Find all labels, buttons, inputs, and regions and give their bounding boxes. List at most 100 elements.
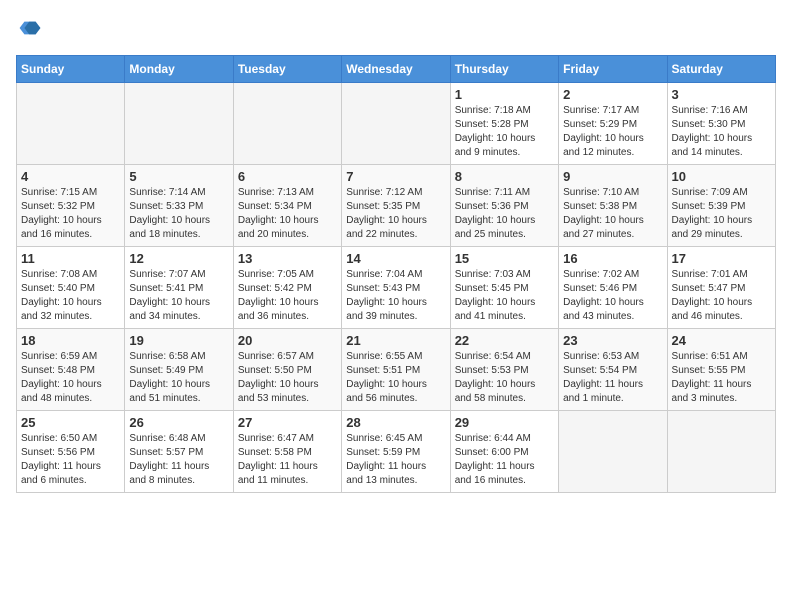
calendar-week-row: 1Sunrise: 7:18 AM Sunset: 5:28 PM Daylig… (17, 83, 776, 165)
calendar-header-sunday: Sunday (17, 56, 125, 83)
day-info: Sunrise: 6:44 AM Sunset: 6:00 PM Dayligh… (455, 432, 554, 488)
day-number: 23 (563, 333, 662, 348)
calendar-cell: 15 Sunrise: 7:03 AM Sunset: 5:45 PM Dayli… (450, 247, 558, 329)
calendar-cell (233, 83, 341, 165)
day-number: 13 (238, 251, 337, 266)
calendar-header-row: SundayMondayTuesdayWednesdayThursdayFrid… (17, 56, 776, 83)
day-info: Sunrise: 7:18 AM Sunset: 5:28 PM Dayligh… (455, 104, 554, 160)
day-info: Sunrise: 7:16 AM Sunset: 5:30 PM Dayligh… (672, 104, 771, 160)
calendar-cell: 27 Sunrise: 6:47 AM Sunset: 5:58 PM Dayli… (233, 411, 341, 493)
day-number: 21 (346, 333, 445, 348)
day-info: Sunrise: 6:47 AM Sunset: 5:58 PM Dayligh… (238, 432, 337, 488)
day-number: 11 (21, 251, 120, 266)
day-number: 19 (129, 333, 228, 348)
day-info: Sunrise: 6:57 AM Sunset: 5:50 PM Dayligh… (238, 350, 337, 406)
day-info: Sunrise: 6:48 AM Sunset: 5:57 PM Dayligh… (129, 432, 228, 488)
day-info: Sunrise: 7:03 AM Sunset: 5:45 PM Dayligh… (455, 268, 554, 324)
day-info: Sunrise: 7:15 AM Sunset: 5:32 PM Dayligh… (21, 186, 120, 242)
day-number: 6 (238, 169, 337, 184)
calendar-cell: 26 Sunrise: 6:48 AM Sunset: 5:57 PM Dayli… (125, 411, 233, 493)
calendar-header-thursday: Thursday (450, 56, 558, 83)
calendar-cell (17, 83, 125, 165)
calendar-cell: 8 Sunrise: 7:11 AM Sunset: 5:36 PM Daylig… (450, 165, 558, 247)
calendar-header-monday: Monday (125, 56, 233, 83)
calendar-cell: 21 Sunrise: 6:55 AM Sunset: 5:51 PM Dayli… (342, 329, 450, 411)
calendar-header-friday: Friday (559, 56, 667, 83)
calendar-cell: 10Sunrise: 7:09 AM Sunset: 5:39 PM Dayli… (667, 165, 775, 247)
calendar-cell: 28Sunrise: 6:45 AM Sunset: 5:59 PM Dayli… (342, 411, 450, 493)
day-info: Sunrise: 6:50 AM Sunset: 5:56 PM Dayligh… (21, 432, 120, 488)
day-number: 27 (238, 415, 337, 430)
calendar-header-tuesday: Tuesday (233, 56, 341, 83)
day-number: 8 (455, 169, 554, 184)
day-number: 29 (455, 415, 554, 430)
calendar-cell: 25 Sunrise: 6:50 AM Sunset: 5:56 PM Dayli… (17, 411, 125, 493)
day-info: Sunrise: 7:17 AM Sunset: 5:29 PM Dayligh… (563, 104, 662, 160)
calendar-cell (125, 83, 233, 165)
day-number: 24 (672, 333, 771, 348)
day-number: 22 (455, 333, 554, 348)
day-info: Sunrise: 7:12 AM Sunset: 5:35 PM Dayligh… (346, 186, 445, 242)
calendar-cell: 13 Sunrise: 7:05 AM Sunset: 5:42 PM Dayli… (233, 247, 341, 329)
day-info: Sunrise: 7:05 AM Sunset: 5:42 PM Dayligh… (238, 268, 337, 324)
day-number: 4 (21, 169, 120, 184)
day-number: 25 (21, 415, 120, 430)
calendar-cell: 20 Sunrise: 6:57 AM Sunset: 5:50 PM Dayli… (233, 329, 341, 411)
calendar-cell (667, 411, 775, 493)
calendar-week-row: 25 Sunrise: 6:50 AM Sunset: 5:56 PM Dayli… (17, 411, 776, 493)
day-info: Sunrise: 7:09 AM Sunset: 5:39 PM Dayligh… (672, 186, 771, 242)
day-info: Sunrise: 7:08 AM Sunset: 5:40 PM Dayligh… (21, 268, 120, 324)
day-info: Sunrise: 6:58 AM Sunset: 5:49 PM Dayligh… (129, 350, 228, 406)
day-info: Sunrise: 7:13 AM Sunset: 5:34 PM Dayligh… (238, 186, 337, 242)
header (16, 16, 776, 45)
calendar-cell: 16 Sunrise: 7:02 AM Sunset: 5:46 PM Dayli… (559, 247, 667, 329)
day-number: 5 (129, 169, 228, 184)
day-info: Sunrise: 7:04 AM Sunset: 5:43 PM Dayligh… (346, 268, 445, 324)
calendar-cell: 3 Sunrise: 7:16 AM Sunset: 5:30 PM Daylig… (667, 83, 775, 165)
calendar-cell: 23 Sunrise: 6:53 AM Sunset: 5:54 PM Dayli… (559, 329, 667, 411)
day-number: 20 (238, 333, 337, 348)
day-info: Sunrise: 7:10 AM Sunset: 5:38 PM Dayligh… (563, 186, 662, 242)
day-info: Sunrise: 7:14 AM Sunset: 5:33 PM Dayligh… (129, 186, 228, 242)
calendar-cell: 5 Sunrise: 7:14 AM Sunset: 5:33 PM Daylig… (125, 165, 233, 247)
logo-icon (18, 16, 42, 40)
calendar-header-saturday: Saturday (667, 56, 775, 83)
day-number: 9 (563, 169, 662, 184)
logo (16, 16, 42, 45)
calendar-cell: 4 Sunrise: 7:15 AM Sunset: 5:32 PM Daylig… (17, 165, 125, 247)
calendar-week-row: 11 Sunrise: 7:08 AM Sunset: 5:40 PM Dayli… (17, 247, 776, 329)
day-number: 3 (672, 87, 771, 102)
day-info: Sunrise: 6:59 AM Sunset: 5:48 PM Dayligh… (21, 350, 120, 406)
calendar-cell: 7 Sunrise: 7:12 AM Sunset: 5:35 PM Daylig… (342, 165, 450, 247)
day-number: 2 (563, 87, 662, 102)
day-info: Sunrise: 6:55 AM Sunset: 5:51 PM Dayligh… (346, 350, 445, 406)
calendar-cell: 11 Sunrise: 7:08 AM Sunset: 5:40 PM Dayli… (17, 247, 125, 329)
day-info: Sunrise: 7:07 AM Sunset: 5:41 PM Dayligh… (129, 268, 228, 324)
day-info: Sunrise: 6:54 AM Sunset: 5:53 PM Dayligh… (455, 350, 554, 406)
calendar-week-row: 4 Sunrise: 7:15 AM Sunset: 5:32 PM Daylig… (17, 165, 776, 247)
day-info: Sunrise: 7:01 AM Sunset: 5:47 PM Dayligh… (672, 268, 771, 324)
day-number: 7 (346, 169, 445, 184)
day-number: 18 (21, 333, 120, 348)
day-info: Sunrise: 6:53 AM Sunset: 5:54 PM Dayligh… (563, 350, 662, 406)
calendar-week-row: 18 Sunrise: 6:59 AM Sunset: 5:48 PM Dayli… (17, 329, 776, 411)
day-number: 15 (455, 251, 554, 266)
calendar-cell: 19 Sunrise: 6:58 AM Sunset: 5:49 PM Dayli… (125, 329, 233, 411)
calendar-cell: 24Sunrise: 6:51 AM Sunset: 5:55 PM Dayli… (667, 329, 775, 411)
calendar-cell: 1Sunrise: 7:18 AM Sunset: 5:28 PM Daylig… (450, 83, 558, 165)
calendar-cell: 2 Sunrise: 7:17 AM Sunset: 5:29 PM Daylig… (559, 83, 667, 165)
calendar-cell: 22 Sunrise: 6:54 AM Sunset: 5:53 PM Dayli… (450, 329, 558, 411)
calendar-cell: 12 Sunrise: 7:07 AM Sunset: 5:41 PM Dayli… (125, 247, 233, 329)
calendar-cell: 18 Sunrise: 6:59 AM Sunset: 5:48 PM Dayli… (17, 329, 125, 411)
calendar-cell: 9 Sunrise: 7:10 AM Sunset: 5:38 PM Daylig… (559, 165, 667, 247)
day-info: Sunrise: 7:11 AM Sunset: 5:36 PM Dayligh… (455, 186, 554, 242)
day-info: Sunrise: 7:02 AM Sunset: 5:46 PM Dayligh… (563, 268, 662, 324)
day-number: 12 (129, 251, 228, 266)
day-number: 16 (563, 251, 662, 266)
calendar: SundayMondayTuesdayWednesdayThursdayFrid… (16, 55, 776, 493)
calendar-header-wednesday: Wednesday (342, 56, 450, 83)
day-number: 14 (346, 251, 445, 266)
calendar-cell: 14 Sunrise: 7:04 AM Sunset: 5:43 PM Dayli… (342, 247, 450, 329)
calendar-cell: 17Sunrise: 7:01 AM Sunset: 5:47 PM Dayli… (667, 247, 775, 329)
day-number: 26 (129, 415, 228, 430)
